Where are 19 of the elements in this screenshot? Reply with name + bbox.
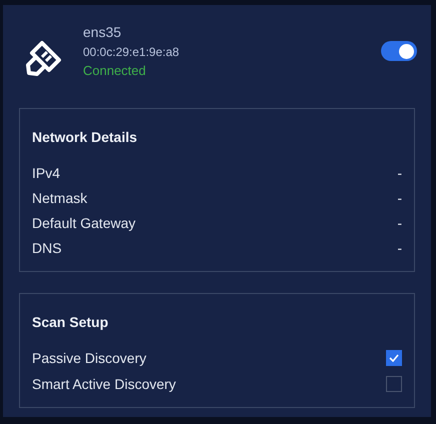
mac-address: 00:0c:29:e1:9e:a8 (83, 44, 180, 60)
interface-name: ens35 (83, 23, 122, 41)
detail-value: - (397, 214, 402, 233)
interface-toggle[interactable] (381, 41, 417, 61)
check-icon (389, 354, 399, 362)
option-checkbox[interactable] (386, 350, 402, 366)
detail-label: DNS (32, 239, 62, 258)
detail-label: Default Gateway (32, 214, 136, 233)
detail-value: - (397, 239, 402, 258)
detail-label: Netmask (32, 189, 88, 208)
section-title: Network Details (32, 128, 138, 146)
option-checkbox[interactable] (386, 376, 402, 392)
section-title: Scan Setup (32, 313, 110, 331)
option-label: Smart Active Discovery (32, 374, 176, 394)
detail-label: IPv4 (32, 164, 60, 183)
detail-value: - (397, 189, 402, 208)
option-label: Passive Discovery (32, 348, 146, 368)
detail-value: - (397, 164, 402, 183)
connection-status: Connected (83, 62, 147, 80)
